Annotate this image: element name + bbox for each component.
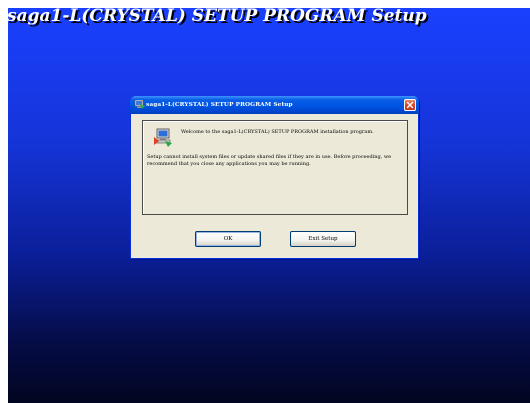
desktop-screen: saga1-L(CRYSTAL) SETUP PROGRAM Setup sag…	[0, 0, 530, 403]
exit-setup-button[interactable]: Exit Setup	[290, 231, 356, 247]
setup-dialog: saga1-L(CRYSTAL) SETUP PROGRAM Setup Wel…	[130, 96, 419, 259]
setup-backdrop-title: saga1-L(CRYSTAL) SETUP PROGRAM Setup	[7, 6, 427, 26]
installer-icon	[134, 100, 145, 109]
ok-button[interactable]: OK	[195, 231, 261, 247]
message-panel: Welcome to the saga1-L(CRYSTAL) SETUP PR…	[142, 120, 408, 215]
warning-message: Setup cannot install system files or upd…	[147, 154, 392, 167]
close-button[interactable]	[404, 99, 416, 111]
dialog-title: saga1-L(CRYSTAL) SETUP PROGRAM Setup	[146, 102, 293, 108]
installer-computer-icon	[154, 128, 172, 147]
welcome-message: Welcome to the saga1-L(CRYSTAL) SETUP PR…	[181, 129, 374, 135]
close-icon	[406, 101, 414, 109]
dialog-titlebar[interactable]: saga1-L(CRYSTAL) SETUP PROGRAM Setup	[130, 96, 419, 114]
